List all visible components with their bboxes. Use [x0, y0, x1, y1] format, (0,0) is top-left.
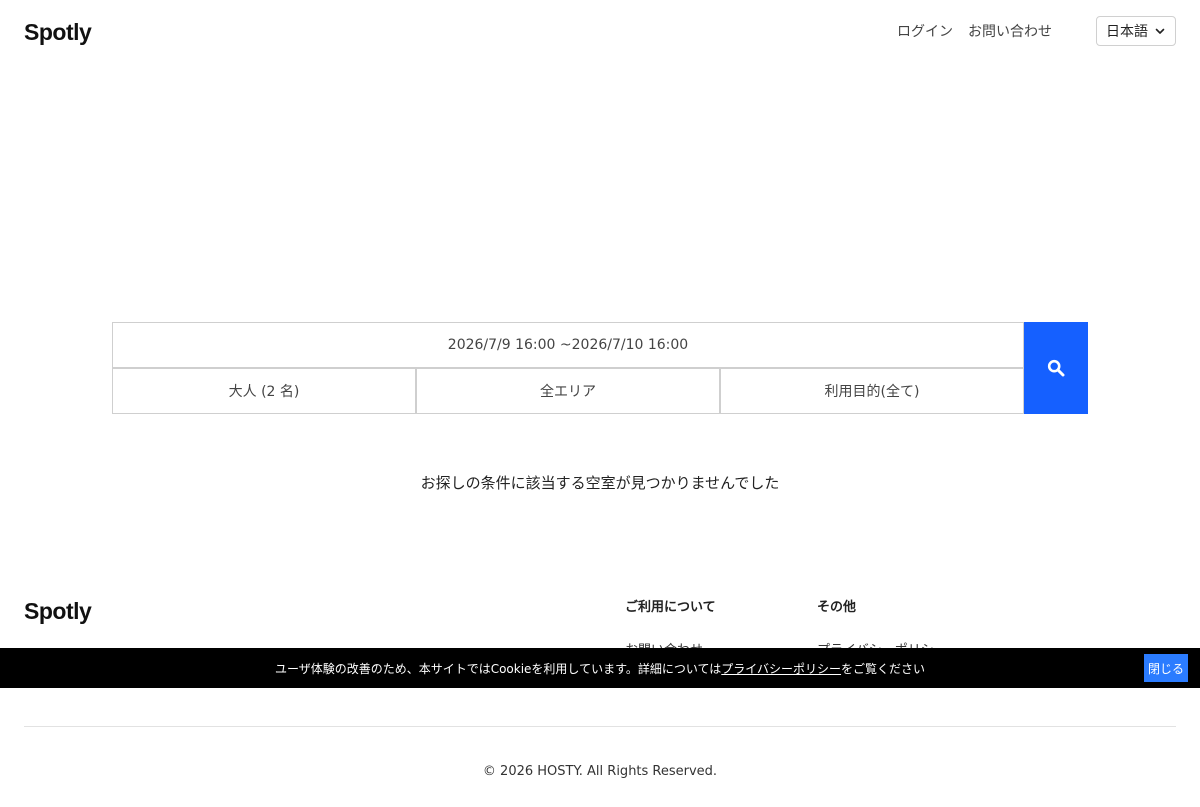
footer-heading-usage: ご利用について — [625, 600, 716, 615]
search-button[interactable] — [1024, 322, 1088, 414]
cookie-close-button[interactable]: 閉じる — [1144, 654, 1188, 682]
search-icon — [1047, 359, 1065, 377]
guests-field[interactable]: 大人 (2 名) — [112, 368, 416, 414]
language-select[interactable]: 日本語 — [1096, 16, 1176, 46]
header-logo[interactable]: Spotly — [24, 19, 92, 46]
date-range-field[interactable]: 2026/7/9 16:00 ~2026/7/10 16:00 — [112, 322, 1024, 368]
nav-login-link[interactable]: ログイン — [897, 21, 953, 41]
footer-logo[interactable]: Spotly — [24, 598, 92, 625]
language-selected-label: 日本語 — [1106, 24, 1148, 40]
nav-contact-link[interactable]: お問い合わせ — [968, 21, 1052, 41]
purpose-field[interactable]: 利用目的(全て) — [720, 368, 1024, 414]
cookie-privacy-policy-link[interactable]: プライバシーポリシー — [721, 660, 841, 677]
search-form: 2026/7/9 16:00 ~2026/7/10 16:00 大人 (2 名)… — [112, 322, 1088, 414]
chevron-down-icon — [1155, 28, 1165, 34]
copyright-text: © 2026 HOSTY. All Rights Reserved. — [482, 764, 718, 779]
no-results-message: お探しの条件に該当する空室が見つかりませんでした — [420, 474, 780, 492]
area-field[interactable]: 全エリア — [416, 368, 720, 414]
cookie-banner: ユーザ体験の改善のため、本サイトではCookieを利用しています。詳細については… — [0, 648, 1200, 688]
footer-heading-other: その他 — [817, 600, 857, 615]
cookie-text-after: をご覧ください — [841, 661, 926, 676]
footer-divider — [24, 726, 1176, 727]
cookie-text-before: ユーザ体験の改善のため、本サイトではCookieを利用しています。詳細については — [274, 661, 722, 676]
